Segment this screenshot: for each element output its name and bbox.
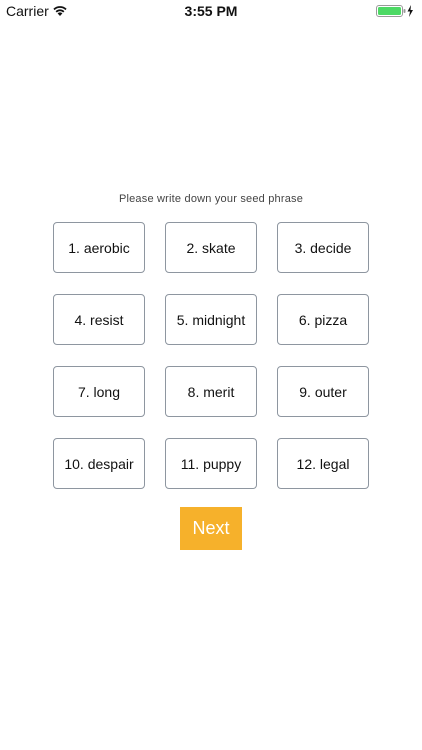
seed-word-9: 9. outer [277, 366, 369, 417]
seed-word-11: 11. puppy [165, 438, 257, 489]
seed-word-3: 3. decide [277, 222, 369, 273]
status-time: 3:55 PM [184, 3, 238, 19]
seed-word-12: 12. legal [277, 438, 369, 489]
next-button[interactable]: Next [180, 507, 242, 550]
seed-word-4: 4. resist [53, 294, 145, 345]
status-bar: Carrier 3:55 PM [0, 0, 422, 24]
seed-word-10: 10. despair [53, 438, 145, 489]
seed-phrase-instruction: Please write down your seed phrase [118, 193, 304, 205]
seed-word-8: 8. merit [165, 366, 257, 417]
seed-word-grid: 1. aerobic 2. skate 3. decide 4. resist … [53, 222, 369, 489]
seed-word-2: 2. skate [165, 222, 257, 273]
seed-word-1: 1. aerobic [53, 222, 145, 273]
seed-word-5: 5. midnight [165, 294, 257, 345]
seed-word-7: 7. long [53, 366, 145, 417]
seed-word-6: 6. pizza [277, 294, 369, 345]
battery-charging-icon [376, 5, 413, 17]
